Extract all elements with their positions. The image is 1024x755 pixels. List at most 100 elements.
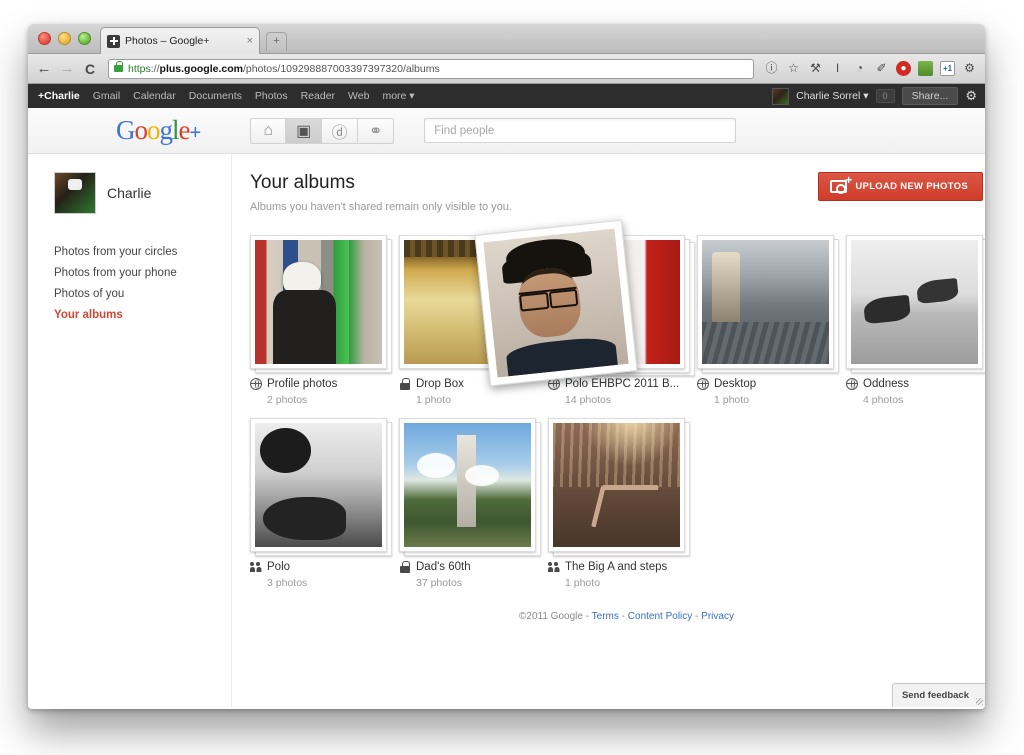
gbar-link-calendar[interactable]: Calendar [133, 90, 176, 102]
sidebar-item-your-albums[interactable]: Your albums [54, 309, 231, 321]
google-plus-favicon-icon [107, 35, 120, 48]
sidebar-item-photos-from-your-circles[interactable]: Photos from your circles [54, 246, 231, 258]
minimize-window-button[interactable] [58, 32, 71, 45]
zoom-window-button[interactable] [78, 32, 91, 45]
album-card[interactable]: Oddness 4 photos [846, 235, 983, 406]
album-card[interactable]: The Big A and steps 1 photo [548, 418, 685, 589]
people-icon [250, 561, 262, 573]
gear-icon[interactable]: ⚙ [965, 88, 977, 104]
album-photo-count: 4 photos [863, 394, 983, 406]
album-label: Oddness [846, 378, 983, 390]
featured-photo-overlay[interactable] [474, 220, 637, 387]
back-button[interactable]: ← [36, 60, 52, 77]
album-thumbnail-stack[interactable] [697, 235, 834, 369]
sidebar-profile[interactable]: Charlie [54, 172, 231, 214]
sidebar-item-photos-of-you[interactable]: Photos of you [54, 288, 231, 300]
gbar-link-photos[interactable]: Photos [255, 90, 288, 102]
album-card[interactable]: Polo 3 photos [250, 418, 387, 589]
google-plus-logo[interactable]: Google+ [116, 115, 200, 146]
page-subtitle: Albums you haven't shared remain only vi… [250, 201, 512, 213]
album-card[interactable]: Profile photos 2 photos [250, 235, 387, 406]
url-host: plus.google.com [160, 63, 243, 75]
album-thumbnail-stack[interactable] [548, 418, 685, 552]
album-thumbnail-stack[interactable] [846, 235, 983, 369]
photos-icon[interactable]: ▣ [286, 118, 322, 144]
gbar-link-documents[interactable]: Documents [189, 90, 242, 102]
album-thumbnail-stack[interactable] [250, 418, 387, 552]
album-card[interactable]: Dad's 60th 37 photos [399, 418, 536, 589]
adblock-icon[interactable]: ⓘ [764, 61, 779, 76]
close-window-button[interactable] [38, 32, 51, 45]
footer-sep-1: - [583, 611, 592, 622]
album-label: Dad's 60th [399, 561, 536, 573]
album-thumb-front[interactable] [697, 235, 834, 369]
pin-icon[interactable]: ✐ [874, 61, 889, 76]
album-thumbnail-stack[interactable] [250, 235, 387, 369]
notification-count-badge[interactable]: 0 [876, 89, 895, 103]
logo-letter-g2: g [160, 115, 173, 145]
lock-icon [399, 561, 411, 573]
gbar-link-charlie[interactable]: +Charlie [38, 90, 80, 102]
browser-window: Photos – Google+ × + ← → C https://plus.… [28, 24, 985, 709]
album-label: Profile photos [250, 378, 387, 390]
upload-new-photos-button[interactable]: UPLOAD NEW PHOTOS [818, 172, 983, 201]
send-feedback-button[interactable]: Send feedback [892, 683, 985, 707]
google-plus-nav-icons: ⌂ ▣ ⓓ ⚭ [250, 118, 394, 144]
account-name[interactable]: Charlie Sorrel ▾ [796, 90, 868, 102]
address-bar[interactable]: https://plus.google.com/photos/109298887… [108, 59, 754, 79]
url-text: https://plus.google.com/photos/109298887… [128, 63, 440, 75]
album-thumb-front[interactable] [250, 235, 387, 369]
search-input[interactable]: Find people [424, 118, 736, 143]
gbar-link-reader[interactable]: Reader [301, 90, 335, 102]
camera-plus-icon [830, 180, 847, 193]
close-tab-icon[interactable]: × [247, 35, 253, 47]
profile-icon[interactable]: ⓓ [322, 118, 358, 144]
wrench-icon[interactable]: ⚙ [962, 61, 977, 76]
home-icon[interactable]: ⌂ [250, 118, 286, 144]
footer-sep-3: - [692, 611, 701, 622]
logo-letter-e: e [179, 115, 190, 145]
album-thumb-front[interactable] [548, 418, 685, 552]
avatar[interactable] [772, 88, 789, 105]
globe-icon [846, 378, 858, 390]
page-viewport: +Charlie Gmail Calendar Documents Photos… [28, 84, 985, 707]
forward-button[interactable]: → [59, 60, 75, 77]
album-thumb-front[interactable] [399, 418, 536, 552]
evernote-icon[interactable] [918, 61, 933, 76]
flashlight-icon[interactable]: ⚒ [808, 61, 823, 76]
sidebar: Charlie Photos from your circles Photos … [28, 154, 232, 707]
circles-icon[interactable]: ⚭ [358, 118, 394, 144]
record-icon[interactable]: ● [896, 61, 911, 76]
bookmark-star-icon[interactable]: ☆ [786, 61, 801, 76]
sidebar-item-photos-from-your-phone[interactable]: Photos from your phone [54, 267, 231, 279]
album-thumb-front[interactable] [846, 235, 983, 369]
new-tab-button[interactable]: + [266, 32, 287, 51]
page-footer: ©2011 Google - Terms - Content Policy - … [250, 611, 983, 622]
albums-row: Polo 3 photos Dad's 60th [250, 418, 983, 589]
content-header: Your albums Albums you haven't shared re… [250, 172, 983, 213]
plus-one-icon[interactable]: +1 [940, 61, 955, 76]
share-button[interactable]: Share... [902, 87, 959, 105]
content-policy-link[interactable]: Content Policy [628, 611, 692, 622]
lock-icon [399, 378, 411, 390]
upload-button-label: UPLOAD NEW PHOTOS [855, 181, 968, 192]
album-card[interactable]: Desktop 1 photo [697, 235, 834, 406]
album-photo-count: 1 photo [565, 577, 685, 589]
clock-icon[interactable]: ◔ [852, 61, 867, 76]
terms-link[interactable]: Terms [592, 611, 619, 622]
avatar[interactable] [54, 172, 96, 214]
gbar-link-more[interactable]: more ▾ [382, 90, 414, 102]
text-tool-icon[interactable]: I [830, 61, 845, 76]
browser-tab[interactable]: Photos – Google+ × [100, 27, 260, 54]
gbar-link-web[interactable]: Web [348, 90, 369, 102]
gbar-link-gmail[interactable]: Gmail [93, 90, 120, 102]
album-label: Desktop [697, 378, 834, 390]
album-thumbnail-stack[interactable] [399, 418, 536, 552]
reload-button[interactable]: C [82, 61, 98, 77]
album-thumb-front[interactable] [250, 418, 387, 552]
browser-tab-strip: Photos – Google+ × + [28, 24, 985, 54]
people-icon [548, 561, 560, 573]
privacy-link[interactable]: Privacy [701, 611, 734, 622]
featured-photo-image [483, 228, 628, 377]
google-navigation-bar: +Charlie Gmail Calendar Documents Photos… [28, 84, 985, 108]
